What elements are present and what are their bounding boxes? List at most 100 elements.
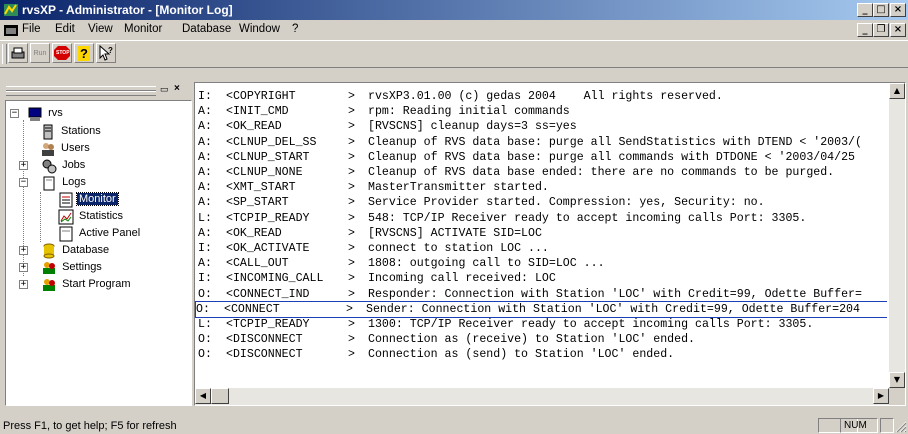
question-icon: ? [78,45,90,61]
expand-icon[interactable]: + [19,246,28,255]
menu-edit[interactable]: Edit [55,23,75,35]
tree-item-logs[interactable]: − Logs [16,174,88,191]
log-line[interactable]: A: <INIT_CMD > rpm: Reading initial command… [198,104,887,119]
log-msg: Responder: Connection with Station 'LOC'… [368,287,862,301]
resize-grip-icon[interactable] [894,420,907,433]
child-close-button[interactable]: × [890,23,906,37]
log-sep: > [348,257,355,271]
log-line[interactable]: A: <CALL_OUT >1808: outgoing call to SID=L… [198,256,887,271]
log-sep: > [348,211,355,225]
menu-help[interactable]: ? [292,23,298,35]
status-bar: Press F1, to get help; F5 for refresh NU… [0,418,908,434]
log-sep: > [348,196,355,210]
log-sep: > [348,333,355,347]
pointer-help-icon: ? [99,45,113,61]
expand-icon[interactable]: + [19,161,28,170]
log-type: A: [198,120,212,134]
tree-item-statistics[interactable]: Statistics [58,208,125,225]
log-sep: > [348,90,355,103]
scroll-down-button[interactable]: ▼ [889,372,905,388]
log-sep: > [348,348,355,362]
expand-icon[interactable]: + [19,280,28,289]
menu-window[interactable]: Window [239,23,280,35]
log-code: <DISCONNECT [226,333,303,347]
database-icon [43,243,55,258]
tree-pane-minimize-icon[interactable]: ▭ [160,85,171,95]
log-line[interactable]: A: <OK_READ > [RVSCNS] cleanup days=3 ss=ye… [198,119,887,134]
log-msg: MasterTransmitter started. [368,181,549,195]
horizontal-scrollbar[interactable]: ◀ ▶ [195,388,889,405]
log-type: O: [198,287,212,301]
monitor-log-view[interactable]: I: <COPYRIGHT > rvsXP3.01.00 (c) gedas 2004… [194,82,906,406]
tree-item-jobs[interactable]: + Jobs [16,157,87,174]
toolbar-grip[interactable] [2,44,7,64]
child-minimize-button[interactable]: _ [857,23,873,37]
log-sep: > [348,287,355,301]
title-bar[interactable]: rvsXP - Administrator - [Monitor Log] _ … [0,0,908,20]
collapse-icon[interactable]: − [10,109,19,118]
log-line[interactable]: A: <CLNUP_NONE > Cleanup of RVS data base e… [198,165,887,180]
tree-pane-close-icon[interactable]: × [174,84,185,94]
tree-item-monitor[interactable]: Monitor [58,191,119,208]
close-button[interactable]: × [890,3,906,17]
window-title: rvsXP - Administrator - [Monitor Log] [22,3,233,17]
log-line[interactable]: L: <TCPIP_READY >548: TCP/IP Receiver read… [198,211,887,226]
log-sep: > [348,242,355,255]
log-line[interactable]: I: <OK_ACTIVATE > connect to station LOC ..… [198,241,887,256]
run-button[interactable]: Run [30,43,50,63]
context-help-button[interactable]: ? [96,43,116,63]
log-type: A: [198,166,212,179]
stop-button[interactable]: STOP [52,43,72,63]
log-line[interactable]: I: <INCOMING_CALL > Incoming call received:… [198,271,887,286]
tree-item-start-program[interactable]: + Start Program [16,276,133,293]
log-line[interactable]: A: <CLNUP_START > Cleanup of RVS data base:… [198,150,887,165]
log-msg: Cleanup of RVS data base: purge all comm… [368,150,856,164]
log-line[interactable]: O: <CONNECT_IND > Responder: Connection wit… [198,287,887,302]
log-msg: Connection as (send) to Station 'LOC' en… [368,348,675,362]
tree-item-rvs[interactable]: − rvs [10,105,65,122]
log-msg: 548: TCP/IP Receiver ready to accept inc… [368,211,807,225]
about-button[interactable]: ? [74,43,94,63]
log-line[interactable]: O: <DISCONNECT > Connection as (receive) to… [198,332,887,347]
minimize-button[interactable]: _ [857,3,873,17]
log-code: <CALL_OUT [226,257,289,271]
log-line[interactable]: O: <DISCONNECT > Connection as (send) to St… [198,347,887,362]
horizontal-scroll-thumb[interactable] [211,388,229,404]
log-line[interactable]: A: <XMT_START > MasterTransmitter started. [198,180,887,195]
scroll-left-button[interactable]: ◀ [195,388,211,404]
log-msg: connect to station LOC ... [368,242,549,255]
tree-pane-grip-2 [6,91,156,96]
tree-item-users[interactable]: Users [40,140,92,157]
scroll-right-button[interactable]: ▶ [873,388,889,404]
log-type: A: [198,150,212,164]
scroll-up-button[interactable]: ▲ [889,83,905,99]
maximize-button[interactable]: □ [873,3,889,17]
svg-text:?: ? [108,46,113,55]
child-restore-button[interactable]: ❐ [873,23,889,37]
tree-view[interactable]: − rvs Stations Users + Jobs − Logs Monit… [5,100,192,406]
tree-item-active-panel[interactable]: Active Panel [58,225,142,242]
log-line[interactable]: O: <CONNECT > Sender: Connection with Stati… [195,300,887,318]
log-type: I: [198,272,212,286]
collapse-icon[interactable]: − [19,178,28,187]
log-line[interactable]: A: <SP_START > Service Provider started. Co… [198,195,887,210]
log-msg: [RVSCNS] ACTIVATE SID=LOC [368,226,542,240]
menu-monitor[interactable]: Monitor [124,23,162,35]
log-line[interactable]: L: <TCPIP_READY >1300: TCP/IP Receiver rea… [198,317,887,332]
vertical-scrollbar[interactable]: ▲ ▼ [889,83,905,388]
tree-item-settings[interactable]: + Settings [16,259,104,276]
log-line[interactable]: A: <CLNUP_DEL_SS > Cleanup of RVS data base… [198,135,887,150]
log-line[interactable]: A: <OK_READ > [RVSCNS] ACTIVATE SID=LOC [198,226,887,241]
log-sep: > [348,272,355,286]
tree-item-database[interactable]: + Database [16,242,111,259]
document-icon[interactable] [3,22,19,38]
log-sep: > [348,150,355,164]
tree-item-stations[interactable]: Stations [40,123,103,140]
log-type: A: [198,196,212,210]
expand-icon[interactable]: + [19,263,28,272]
log-line[interactable]: I: <COPYRIGHT > rvsXP3.01.00 (c) gedas 2004… [198,89,887,104]
menu-database[interactable]: Database [182,23,231,35]
menu-file[interactable]: File [22,23,41,35]
print-button[interactable] [8,43,28,63]
menu-view[interactable]: View [88,23,113,35]
